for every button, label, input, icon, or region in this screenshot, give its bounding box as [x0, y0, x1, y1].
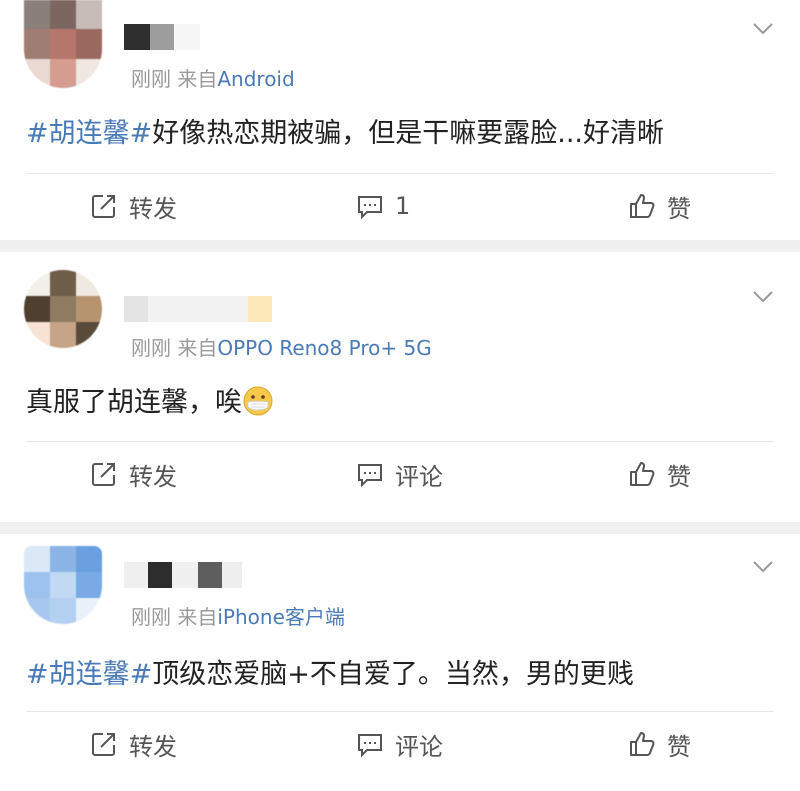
repost-button[interactable]: 转发	[89, 457, 177, 492]
avatar[interactable]	[24, 546, 102, 624]
like-button[interactable]: 赞	[627, 457, 691, 492]
like-icon	[630, 732, 655, 756]
chevron-down-icon[interactable]	[752, 290, 774, 304]
post-text: 顶级恋爱脑+不自爱了。当然，男的更贱	[152, 659, 634, 690]
post-meta: 刚刚 来自OPPO Reno8 Pro+ 5G	[131, 332, 432, 361]
mask-face-emoji	[243, 386, 273, 416]
comment-button[interactable]: 评论	[355, 727, 443, 762]
action-bar: 转发 评论 赞	[0, 724, 800, 764]
comment-icon	[358, 734, 382, 758]
post-meta: 刚刚 来自iPhone客户端	[131, 601, 345, 630]
source-prefix: 来自	[177, 605, 218, 629]
repost-icon	[92, 463, 115, 486]
like-label: 赞	[667, 462, 691, 491]
repost-button[interactable]: 转发	[89, 727, 177, 762]
divider	[26, 711, 774, 712]
post-text: 真服了胡连馨，唉	[26, 387, 242, 418]
hashtag-link[interactable]: #胡连馨#	[26, 118, 152, 149]
like-icon	[630, 462, 655, 486]
source-prefix: 来自	[177, 336, 218, 360]
comment-label: 评论	[395, 462, 443, 491]
repost-icon	[92, 195, 115, 218]
repost-button[interactable]: 转发	[89, 189, 177, 224]
action-bar: 转发 评论 赞	[0, 454, 800, 494]
like-icon	[630, 194, 655, 218]
repost-label: 转发	[129, 194, 177, 223]
feed-post-2: 刚刚 来自OPPO Reno8 Pro+ 5G 真服了胡连馨，唉 转发 评论 赞	[0, 252, 800, 522]
post-content: #胡连馨#好像热恋期被骗，但是干嘛要露脸...好清晰	[26, 111, 664, 150]
action-bar: 转发 1 赞	[0, 186, 800, 226]
like-button[interactable]: 赞	[627, 189, 691, 224]
repost-label: 转发	[129, 462, 177, 491]
divider	[26, 173, 774, 174]
post-time: 刚刚	[131, 605, 171, 629]
comment-button[interactable]: 1	[355, 191, 410, 221]
comment-label: 评论	[395, 732, 443, 761]
source-prefix: 来自	[177, 67, 218, 91]
like-label: 赞	[667, 732, 691, 761]
post-text: 好像热恋期被骗，但是干嘛要露脸...好清晰	[152, 118, 664, 149]
comment-count: 1	[395, 192, 411, 220]
post-meta: 刚刚 来自Android	[131, 63, 295, 92]
chevron-down-icon[interactable]	[752, 22, 774, 36]
hashtag-link[interactable]: #胡连馨#	[26, 659, 152, 690]
username-redacted[interactable]	[124, 24, 304, 50]
post-source[interactable]: Android	[217, 67, 294, 91]
feed-post-1: 刚刚 来自Android #胡连馨#好像热恋期被骗，但是干嘛要露脸...好清晰 …	[0, 0, 800, 240]
post-time: 刚刚	[131, 67, 171, 91]
post-separator	[0, 240, 800, 252]
comment-icon	[358, 196, 382, 220]
comment-button[interactable]: 评论	[355, 457, 443, 492]
comment-icon	[358, 464, 382, 488]
username-redacted[interactable]	[124, 296, 304, 322]
divider	[26, 441, 774, 442]
feed-post-3: 刚刚 来自iPhone客户端 #胡连馨#顶级恋爱脑+不自爱了。当然，男的更贱 转…	[0, 534, 800, 791]
post-content: 真服了胡连馨，唉	[26, 380, 274, 419]
post-content: #胡连馨#顶级恋爱脑+不自爱了。当然，男的更贱	[26, 652, 634, 691]
like-label: 赞	[667, 194, 691, 223]
post-source[interactable]: OPPO Reno8 Pro+ 5G	[217, 336, 431, 360]
chevron-down-icon[interactable]	[752, 560, 774, 574]
post-separator	[0, 522, 800, 534]
repost-icon	[92, 733, 115, 756]
avatar[interactable]	[24, 270, 102, 348]
post-source[interactable]: iPhone客户端	[217, 605, 345, 629]
avatar[interactable]	[24, 0, 102, 88]
username-redacted[interactable]	[124, 562, 304, 588]
post-time: 刚刚	[131, 336, 171, 360]
like-button[interactable]: 赞	[627, 727, 691, 762]
repost-label: 转发	[129, 732, 177, 761]
